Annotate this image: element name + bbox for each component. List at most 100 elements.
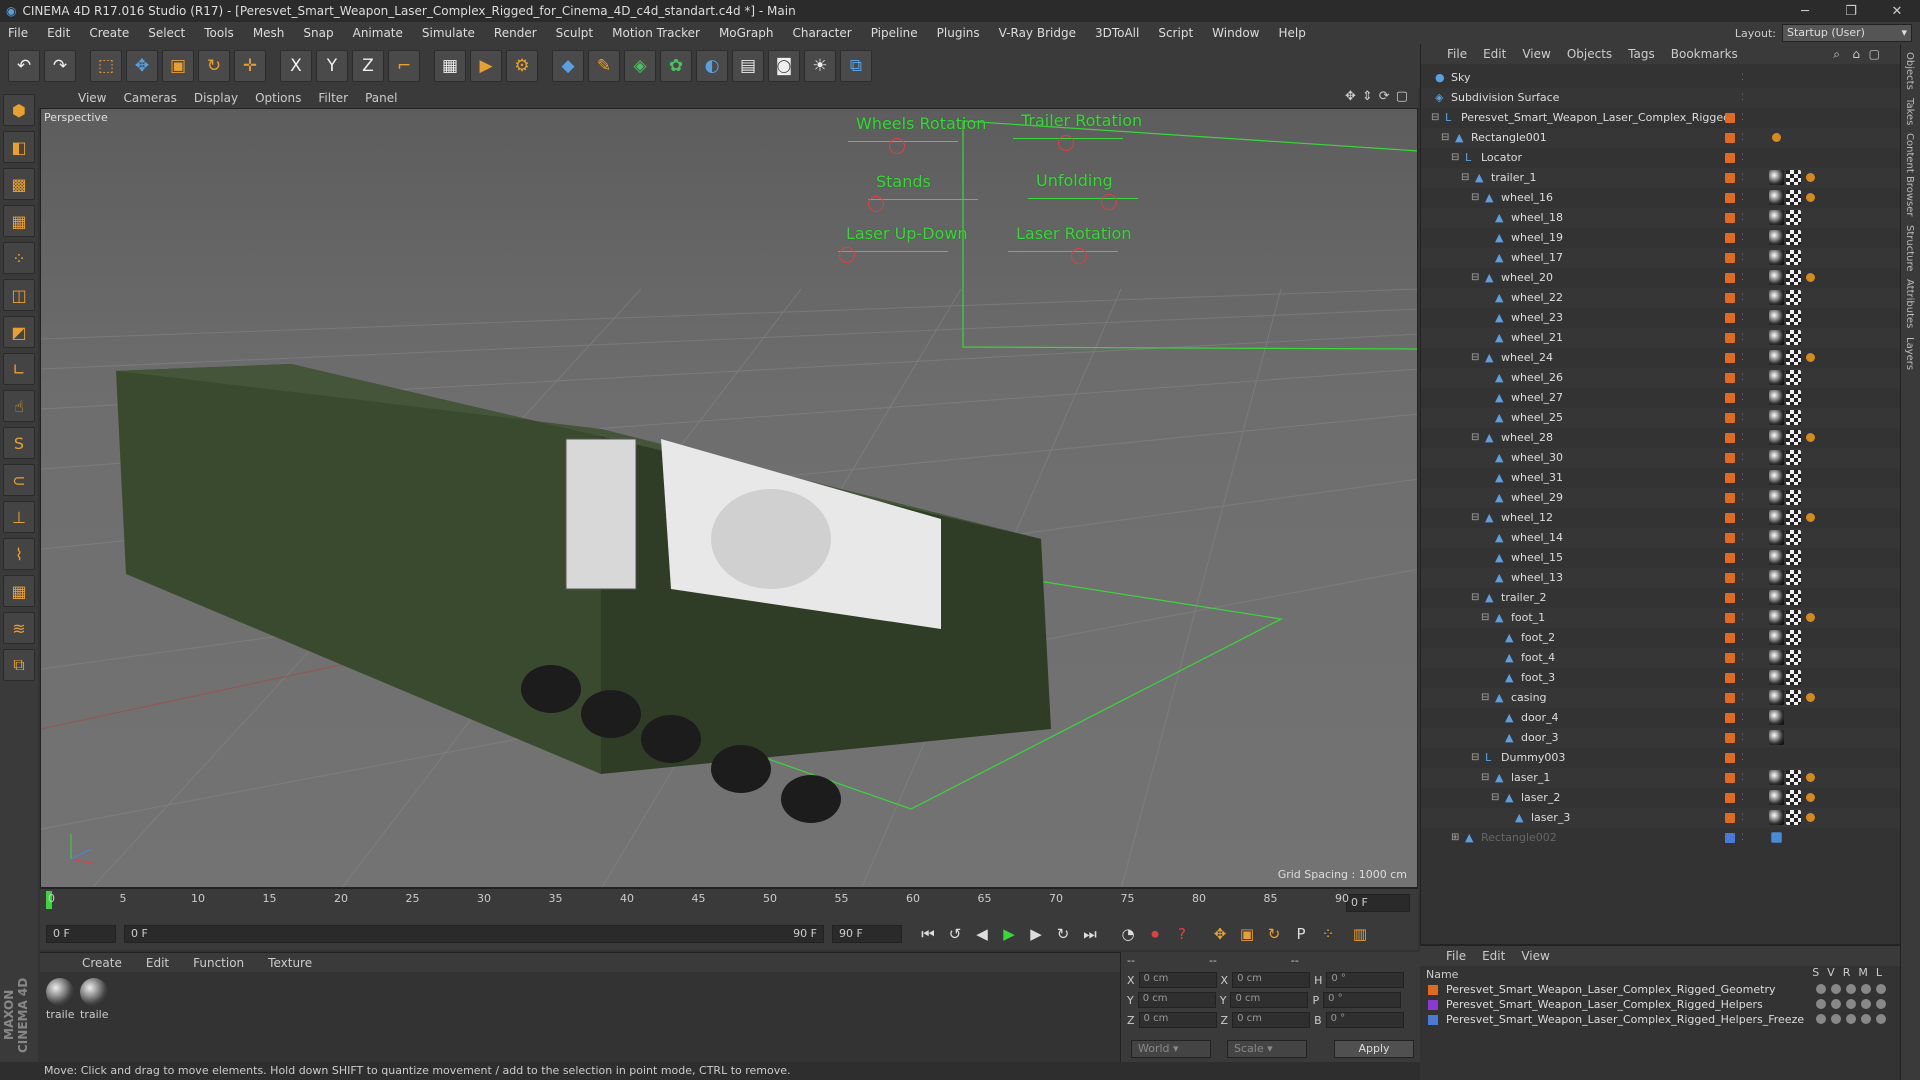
menu-3dtoall[interactable]: 3DToAll xyxy=(1095,26,1139,40)
layer-color-icon[interactable] xyxy=(1725,173,1735,183)
lm-menu-file[interactable]: File xyxy=(1446,949,1466,963)
menu-pipeline[interactable]: Pipeline xyxy=(871,26,918,40)
texture-tag-icon[interactable] xyxy=(1786,370,1801,385)
texture-tag-icon[interactable] xyxy=(1786,530,1801,545)
texture-tag-icon[interactable] xyxy=(1786,470,1801,485)
material-tag-icon[interactable] xyxy=(1769,310,1784,325)
expand-toggle-icon[interactable]: ⊟ xyxy=(1441,128,1449,148)
texture-tag-icon[interactable] xyxy=(1786,250,1801,265)
previous-frame-icon[interactable]: ◀ xyxy=(970,922,994,946)
perspective-viewport[interactable]: Perspective Wheels Rotation Trailer Rotat… xyxy=(40,108,1418,888)
visibility-dots-icon[interactable]: ⁚ xyxy=(1741,428,1744,448)
om-menu-view[interactable]: View xyxy=(1522,47,1550,61)
object-row[interactable]: ▲ wheel_31 ⁚ xyxy=(1421,468,1901,488)
grid-icon[interactable]: ▦ xyxy=(3,575,35,607)
material-tag-icon[interactable] xyxy=(1769,790,1784,805)
texture-tag-icon[interactable] xyxy=(1786,790,1801,805)
material-tag-icon[interactable] xyxy=(1769,650,1784,665)
texture-mode-icon[interactable]: ▩ xyxy=(3,168,35,200)
material-tag-icon[interactable] xyxy=(1769,290,1784,305)
layer-color-icon[interactable] xyxy=(1725,113,1735,123)
material-tag-icon[interactable] xyxy=(1769,690,1784,705)
control-knob-4[interactable] xyxy=(839,247,855,263)
material-menu-create[interactable]: Create xyxy=(82,956,122,970)
object-row[interactable]: ▲ wheel_21 ⁚ xyxy=(1421,328,1901,348)
workplane-icon[interactable]: ⊥ xyxy=(3,501,35,533)
object-row[interactable]: ⊟ ▲ foot_1 ⁚ xyxy=(1421,608,1901,628)
xpresso-tag-icon[interactable] xyxy=(1806,693,1815,702)
expand-toggle-icon[interactable]: ⊟ xyxy=(1471,588,1479,608)
object-row[interactable]: ⊟ L Locator ⁚ xyxy=(1421,148,1901,168)
tab-attributes[interactable]: Attributes xyxy=(1904,279,1915,328)
visibility-dots-icon[interactable]: ⁚ xyxy=(1741,88,1744,108)
texture-tag-icon[interactable] xyxy=(1786,290,1801,305)
visibility-dots-icon[interactable]: ⁚ xyxy=(1741,568,1744,588)
key-scale-icon[interactable]: ▣ xyxy=(1235,922,1259,946)
visibility-dots-icon[interactable]: ⁚ xyxy=(1741,128,1744,148)
visibility-dots-icon[interactable]: ⁚ xyxy=(1741,688,1744,708)
pan-view-icon[interactable]: ✥ xyxy=(1345,89,1356,104)
visibility-dots-icon[interactable]: ⁚ xyxy=(1741,448,1744,468)
close-icon[interactable]: ✕ xyxy=(1874,0,1920,22)
material-tag-icon[interactable] xyxy=(1769,230,1784,245)
xpresso-tag-icon[interactable] xyxy=(1806,773,1815,782)
object-row[interactable]: ⊞ ▲ Rectangle002 ⁚ xyxy=(1421,828,1901,848)
search-icon[interactable]: ⌕ xyxy=(1833,47,1840,62)
xpresso-tag-icon[interactable] xyxy=(1806,513,1815,522)
object-row[interactable]: ⊟ ▲ wheel_16 ⁚ xyxy=(1421,188,1901,208)
texture-tag-icon[interactable] xyxy=(1786,230,1801,245)
om-menu-tags[interactable]: Tags xyxy=(1628,47,1655,61)
material-menu-edit[interactable]: Edit xyxy=(146,956,169,970)
layer-color-icon[interactable] xyxy=(1725,533,1735,543)
edit-render-settings-icon[interactable]: ⚙ xyxy=(506,50,538,82)
xpresso-tag-icon[interactable] xyxy=(1806,353,1815,362)
visibility-dots-icon[interactable]: ⁚ xyxy=(1741,608,1744,628)
visibility-dots-icon[interactable]: ⁚ xyxy=(1741,588,1744,608)
layer-color-icon[interactable] xyxy=(1725,433,1735,443)
start-frame-field[interactable]: 0 F xyxy=(46,925,116,943)
material-tag-icon[interactable] xyxy=(1769,710,1784,725)
coordinate-mode-dropdown[interactable]: Scale ▾ xyxy=(1227,1040,1307,1058)
visibility-dots-icon[interactable]: ⁚ xyxy=(1741,728,1744,748)
layer-color-icon[interactable] xyxy=(1725,233,1735,243)
key-rotation-icon[interactable]: ↻ xyxy=(1262,922,1286,946)
z-axis-lock-icon[interactable]: Z xyxy=(352,50,384,82)
visibility-dots-icon[interactable]: ⁚ xyxy=(1741,68,1744,88)
restore-icon[interactable]: ❐ xyxy=(1828,0,1874,22)
texture-tag-icon[interactable] xyxy=(1786,550,1801,565)
xpresso-tag-icon[interactable] xyxy=(1806,613,1815,622)
layer-color-icon[interactable] xyxy=(1725,553,1735,563)
material-tag-icon[interactable] xyxy=(1769,410,1784,425)
recent-tool-icon[interactable]: ✛ xyxy=(234,50,266,82)
object-row[interactable]: ▲ laser_3 ⁚ xyxy=(1421,808,1901,828)
layer-locked-icon[interactable] xyxy=(1876,1014,1886,1024)
menu-edit[interactable]: Edit xyxy=(47,26,70,40)
om-menu-objects[interactable]: Objects xyxy=(1567,47,1612,61)
polygons-mode-icon[interactable]: ◩ xyxy=(3,316,35,348)
visibility-dots-icon[interactable]: ⁚ xyxy=(1741,228,1744,248)
object-row[interactable]: ▲ wheel_22 ⁚ xyxy=(1421,288,1901,308)
xpresso-tag-icon[interactable] xyxy=(1806,813,1815,822)
coord-field-v3[interactable]: 0 ° xyxy=(1323,992,1402,1008)
object-row[interactable]: ⊟ ▲ trailer_2 ⁚ xyxy=(1421,588,1901,608)
expand-toggle-icon[interactable]: ⊟ xyxy=(1471,508,1479,528)
object-row[interactable]: ⊟ ▲ wheel_24 ⁚ xyxy=(1421,348,1901,368)
visibility-dots-icon[interactable]: ⁚ xyxy=(1741,168,1744,188)
python-script-icon[interactable]: ⧉ xyxy=(3,649,35,681)
toggle-view-icon[interactable]: ▢ xyxy=(1396,89,1408,104)
visibility-dots-icon[interactable]: ⁚ xyxy=(1741,648,1744,668)
visibility-dots-icon[interactable]: ⁚ xyxy=(1741,268,1744,288)
material-tag-icon[interactable] xyxy=(1769,630,1784,645)
floor-icon[interactable]: ▤ xyxy=(732,50,764,82)
layer-manager-icon[interactable] xyxy=(1861,984,1871,994)
layer-color-icon[interactable] xyxy=(1725,153,1735,163)
live-selection-icon[interactable]: ⬚ xyxy=(90,50,122,82)
expand-toggle-icon[interactable]: ⊟ xyxy=(1471,268,1479,288)
undo-icon[interactable]: ↶ xyxy=(8,50,40,82)
material-tag-icon[interactable] xyxy=(1769,570,1784,585)
coordinate-space-dropdown[interactable]: World ▾ xyxy=(1131,1040,1211,1058)
layer-color-icon[interactable] xyxy=(1725,793,1735,803)
menu-file[interactable]: File xyxy=(8,26,28,40)
array-icon[interactable]: ✿ xyxy=(660,50,692,82)
menu-window[interactable]: Window xyxy=(1212,26,1259,40)
